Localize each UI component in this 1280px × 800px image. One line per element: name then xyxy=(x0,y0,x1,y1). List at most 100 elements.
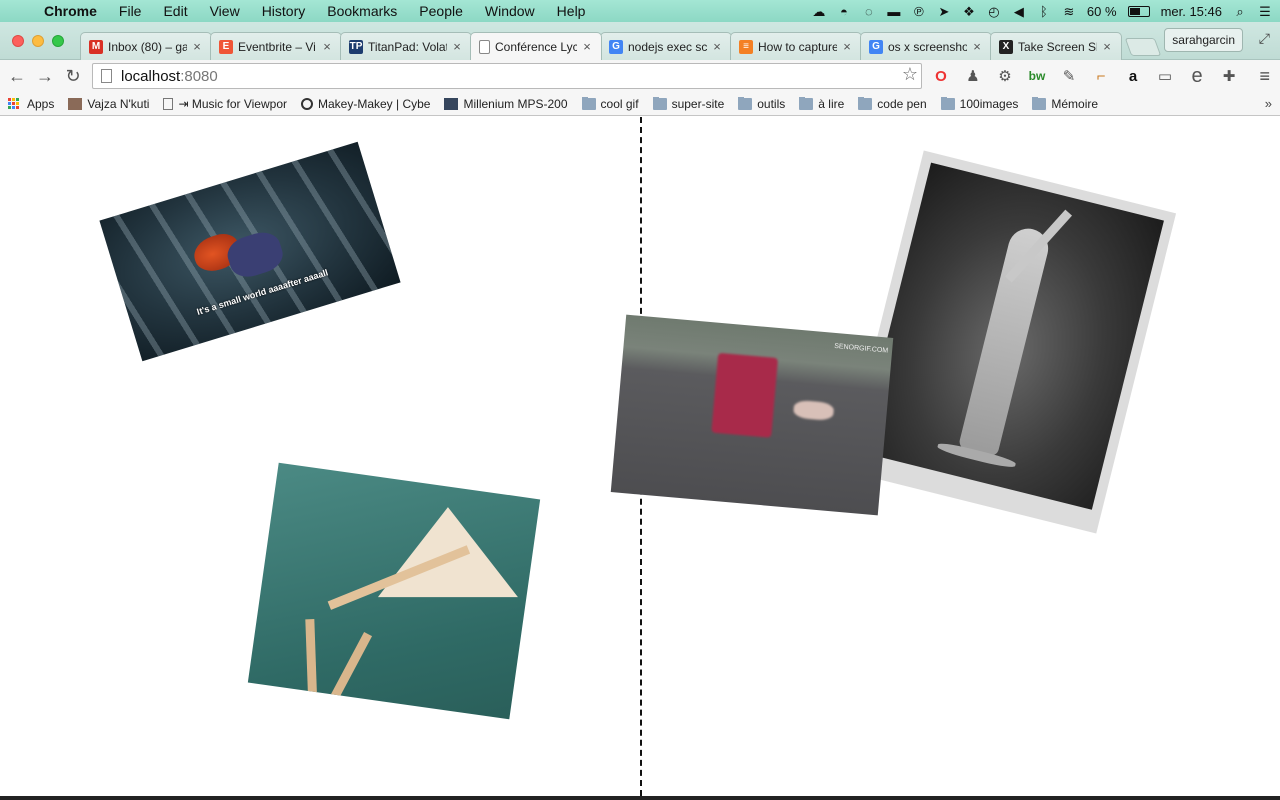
menu-app-chrome[interactable]: Chrome xyxy=(40,3,108,19)
tab-3[interactable]: Conférence Lyc × xyxy=(470,32,602,60)
tumblr-icon xyxy=(444,97,459,110)
bookmark-item[interactable]: Mémoire xyxy=(1032,96,1099,111)
tab-close-icon[interactable]: × xyxy=(321,39,333,54)
page-content: It's a small world aaaafter aaaall SENOR… xyxy=(0,117,1280,796)
status-area: ☁ ◓ ◌ ▬ ℗ ➤ ❖ ◴ ◀ ᛒ ≋ 60 % mer. 15:46 ⌕ … xyxy=(812,0,1272,22)
menu-edit[interactable]: Edit xyxy=(152,3,198,19)
bookmarks-overflow-icon[interactable]: » xyxy=(1265,96,1272,111)
tab-title: Conférence Lyc xyxy=(495,39,577,54)
bluetooth-icon[interactable]: ᛒ xyxy=(1037,4,1051,18)
folder-icon xyxy=(738,96,753,110)
forward-button[interactable]: → xyxy=(33,64,57,88)
bookmark-item[interactable]: Makey-Makey | Cybe xyxy=(301,97,430,111)
spotlight-search-icon[interactable]: ⌕ xyxy=(1233,4,1247,18)
zazu-gif-image[interactable]: It's a small world aaaafter aaaall xyxy=(99,141,401,362)
bookmark-item[interactable]: Apps xyxy=(8,97,54,111)
url-host: localhost xyxy=(121,67,181,85)
bookmark-item[interactable]: Millenium MPS-200 xyxy=(444,96,568,111)
reload-button[interactable]: ↻ xyxy=(61,64,85,88)
dropbox-icon[interactable]: ❖ xyxy=(962,4,976,18)
battery-icon[interactable] xyxy=(1127,5,1150,17)
folder-icon xyxy=(581,96,596,110)
cloud-sync-icon[interactable]: ☁ xyxy=(812,4,826,18)
tab-4[interactable]: Gnodejs exec sc × xyxy=(600,32,732,60)
tab-5[interactable]: ≡ How to capture × xyxy=(730,32,862,60)
zoom-window-button[interactable] xyxy=(52,35,64,47)
skeleton-statue-image[interactable] xyxy=(843,150,1177,534)
cart-gif-image[interactable]: SENORGIF.COM xyxy=(610,314,894,516)
wifi-icon[interactable]: ≋ xyxy=(1062,4,1076,18)
x-icon: X xyxy=(999,39,1013,54)
battery-percent[interactable]: 60 % xyxy=(1087,4,1117,19)
bookmarks-bar: Apps Vajza N'kuti ⇥ Music for Viewpor Makey… xyxy=(0,92,1280,116)
tab-1[interactable]: E Eventbrite – Vi × xyxy=(210,32,342,60)
avatar-icon xyxy=(68,97,83,110)
tab-close-icon[interactable]: × xyxy=(1101,39,1113,54)
tab-6[interactable]: Gos x screensho × xyxy=(860,32,992,60)
gear-extension-icon[interactable]: ⚙ xyxy=(994,65,1016,87)
bookmark-item[interactable]: à lire xyxy=(799,96,844,111)
tab-7[interactable]: X Take Screen Sh × xyxy=(990,32,1122,60)
bookmark-label: Mémoire xyxy=(1051,96,1099,111)
fullscreen-icon[interactable]: ⤢ xyxy=(1259,30,1270,47)
close-window-button[interactable] xyxy=(12,35,24,47)
tab-0[interactable]: M Inbox (80) – ga × xyxy=(80,32,212,60)
eyedropper-extension-icon[interactable]: ✎ xyxy=(1058,65,1080,87)
menu-file[interactable]: File xyxy=(108,3,153,19)
pin-icon[interactable]: ℗ xyxy=(912,4,926,18)
evernote-e-extension-icon[interactable]: e xyxy=(1186,65,1208,87)
chrome-menu-icon[interactable]: ≡ xyxy=(1259,66,1270,87)
stackoverflow-icon: ≡ xyxy=(739,39,753,54)
profile-button[interactable]: sarahgarcin xyxy=(1164,28,1243,52)
menu-help[interactable]: Help xyxy=(546,3,597,19)
ruler-extension-icon[interactable]: ⌐ xyxy=(1090,65,1112,87)
bookmark-label: code pen xyxy=(877,96,927,111)
eventbrite-icon: E xyxy=(219,39,233,54)
bookmark-item[interactable]: super-site xyxy=(652,96,724,111)
volume-icon[interactable]: ◀ xyxy=(1012,4,1026,18)
address-bar[interactable]: localhost :8080 ☆ xyxy=(92,63,922,89)
bookmark-item[interactable]: Vajza N'kuti xyxy=(68,97,149,111)
back-button[interactable]: ← xyxy=(5,64,29,88)
bookmark-label: Apps xyxy=(27,96,55,111)
menu-view[interactable]: View xyxy=(199,3,251,19)
bookmark-item[interactable]: code pen xyxy=(858,96,927,111)
menu-people[interactable]: People xyxy=(408,3,474,19)
minimize-window-button[interactable] xyxy=(32,35,44,47)
notification-center-icon[interactable]: ☰ xyxy=(1258,4,1272,18)
tab-close-icon[interactable]: × xyxy=(971,39,983,54)
tab-close-icon[interactable]: × xyxy=(451,39,463,54)
lamp-gif-image[interactable] xyxy=(247,462,541,720)
menu-bookmarks[interactable]: Bookmarks xyxy=(316,3,408,19)
bookmark-label: Millenium MPS-200 xyxy=(463,96,568,111)
menu-clock[interactable]: mer. 15:46 xyxy=(1161,4,1222,19)
menu-history[interactable]: History xyxy=(251,3,317,19)
page-icon xyxy=(163,97,174,110)
tab-close-icon[interactable]: × xyxy=(191,39,203,54)
circle-icon[interactable]: ◌ xyxy=(862,4,876,18)
bookmark-star-icon[interactable]: ☆ xyxy=(902,64,918,85)
cast-extension-icon[interactable]: ▭ xyxy=(1154,65,1176,87)
bookmark-item[interactable]: ⇥ Music for Viewpor xyxy=(163,97,287,111)
tab-close-icon[interactable]: × xyxy=(841,39,853,54)
time-machine-icon[interactable]: ◴ xyxy=(987,4,1001,18)
telegram-icon[interactable]: ➤ xyxy=(937,4,951,18)
opera-extension-icon[interactable]: O xyxy=(930,65,952,87)
url-port: :8080 xyxy=(180,67,218,85)
tab-2[interactable]: TP TitanPad: Volat × xyxy=(340,32,472,60)
bookmark-item[interactable]: cool gif xyxy=(581,96,639,111)
bookmark-item[interactable]: outils xyxy=(738,96,785,111)
menu-window[interactable]: Window xyxy=(474,3,546,19)
puzzle-extension-icon[interactable]: ✚ xyxy=(1218,65,1240,87)
bookmark-label: cool gif xyxy=(600,96,639,111)
bw-extension-icon[interactable]: bw xyxy=(1026,65,1048,87)
bookmark-item[interactable]: 100images xyxy=(940,96,1018,111)
tab-close-icon[interactable]: × xyxy=(711,39,723,54)
new-tab-button[interactable] xyxy=(1124,38,1162,56)
folder-icon xyxy=(940,96,955,110)
hat-icon[interactable]: ◓ xyxy=(837,4,851,18)
dash-icon[interactable]: ▬ xyxy=(887,4,901,18)
amazon-extension-icon[interactable]: a xyxy=(1122,65,1144,87)
tab-close-icon[interactable]: × xyxy=(581,39,593,54)
puzzle-user-extension-icon[interactable]: ♟ xyxy=(962,65,984,87)
